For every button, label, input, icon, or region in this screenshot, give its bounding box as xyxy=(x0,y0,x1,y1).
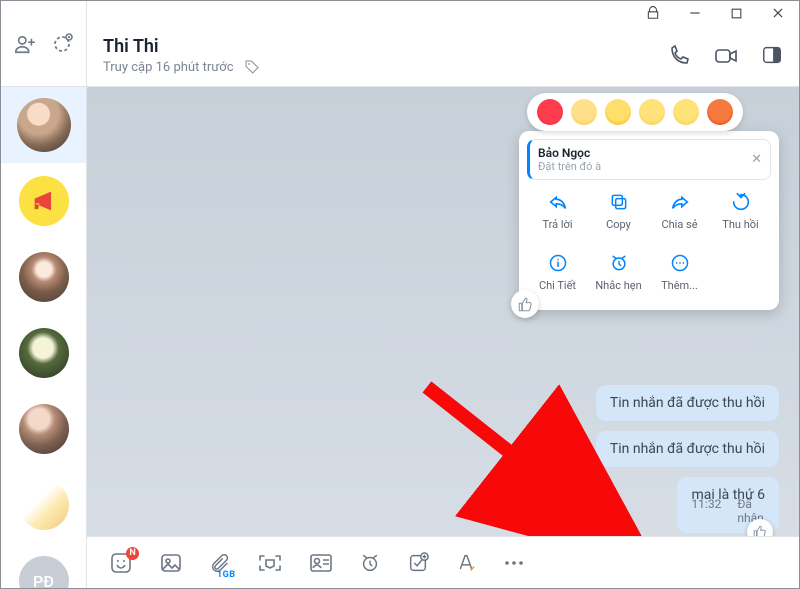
reaction-sad-icon[interactable] xyxy=(673,99,699,125)
more-icon xyxy=(668,251,692,275)
contact-item-3[interactable] xyxy=(1,239,86,315)
info-icon xyxy=(546,251,570,275)
context-popup-wrap: Bảo Ngọc Đặt trên đó à ✕ Trả lời Copy Ch… xyxy=(519,93,779,310)
create-group-icon[interactable] xyxy=(50,32,74,56)
main-column: Thi Thi Truy cập 16 phút trước xyxy=(87,1,799,588)
voice-call-icon[interactable] xyxy=(667,44,691,68)
reaction-like-icon[interactable] xyxy=(571,99,597,125)
close-icon[interactable] xyxy=(771,6,785,20)
header-actions xyxy=(667,44,783,68)
context-menu-grid: Trả lời Copy Chia sẻ Thu hồi Chi Tiết Nh… xyxy=(527,180,771,302)
composer-more-icon[interactable] xyxy=(503,559,525,567)
contact-item-5[interactable] xyxy=(1,391,86,467)
add-contact-icon[interactable] xyxy=(14,33,36,55)
message-time: 11:32 xyxy=(691,497,721,525)
annotation-highlight xyxy=(592,534,630,536)
reaction-laugh-icon[interactable] xyxy=(605,99,631,125)
quote-close-icon[interactable]: ✕ xyxy=(751,152,762,167)
menu-detail[interactable]: Chi Tiết xyxy=(527,241,588,302)
recalled-message[interactable]: Tin nhắn đã được thu hồi xyxy=(596,385,779,421)
attach-icon[interactable]: 1GB xyxy=(209,552,231,574)
message-column: Tin nhắn đã được thu hồi Tin nhắn đã đượ… xyxy=(596,385,779,533)
reaction-bar xyxy=(527,93,743,131)
lock-icon[interactable] xyxy=(646,6,660,20)
menu-share[interactable]: Chia sẻ xyxy=(649,180,710,241)
avatar xyxy=(19,480,69,530)
contact-item-4[interactable] xyxy=(1,315,86,391)
video-call-icon[interactable] xyxy=(713,44,739,68)
composer-bar: N 1GB xyxy=(87,536,799,588)
avatar xyxy=(17,98,71,152)
sticker-badge: N xyxy=(126,547,139,560)
task-icon[interactable] xyxy=(407,552,429,574)
menu-recall[interactable]: Thu hồi xyxy=(710,180,771,241)
left-rail: PĐ xyxy=(1,1,87,588)
contact-item-7[interactable]: PĐ xyxy=(1,543,86,588)
chat-area: Bảo Ngọc Đặt trên đó à ✕ Trả lời Copy Ch… xyxy=(87,87,799,536)
reaction-angry-icon[interactable] xyxy=(707,99,733,125)
sticker-icon[interactable]: N xyxy=(109,551,133,575)
minimize-icon[interactable] xyxy=(688,6,702,20)
format-icon[interactable] xyxy=(455,552,477,574)
maximize-icon[interactable] xyxy=(730,7,743,20)
menu-like-icon[interactable] xyxy=(511,290,539,318)
contact-card-icon[interactable] xyxy=(309,553,333,573)
recall-icon xyxy=(729,190,753,214)
avatar: PĐ xyxy=(19,556,69,588)
alarm-icon xyxy=(607,251,631,275)
quote-author: Bảo Ngọc xyxy=(538,146,601,160)
context-quote: Bảo Ngọc Đặt trên đó à ✕ xyxy=(527,139,771,180)
avatar xyxy=(19,252,69,302)
attach-badge: 1GB xyxy=(217,570,236,580)
avatar xyxy=(19,328,69,378)
avatar xyxy=(19,176,69,226)
quote-text: Đặt trên đó à xyxy=(538,160,601,173)
tag-icon[interactable] xyxy=(244,59,260,75)
image-icon[interactable] xyxy=(159,551,183,575)
reaction-wow-icon[interactable] xyxy=(639,99,665,125)
contact-list: PĐ xyxy=(1,87,86,588)
copy-icon xyxy=(607,190,631,214)
chat-header: Thi Thi Truy cập 16 phút trước xyxy=(87,25,799,87)
chat-subtitle: Truy cập 16 phút trước xyxy=(103,59,651,75)
menu-reply[interactable]: Trả lời xyxy=(527,180,588,241)
contact-item-1[interactable] xyxy=(1,87,86,163)
reply-icon xyxy=(546,190,570,214)
contact-item-2[interactable] xyxy=(1,163,86,239)
contact-item-6[interactable] xyxy=(1,467,86,543)
menu-copy[interactable]: Copy xyxy=(588,180,649,241)
message-context-menu: Bảo Ngọc Đặt trên đó à ✕ Trả lời Copy Ch… xyxy=(519,131,779,310)
last-message[interactable]: mai là thứ 6 11:32 Đã nhận xyxy=(677,477,779,533)
screenshot-icon[interactable] xyxy=(257,552,283,574)
avatar xyxy=(19,404,69,454)
window-controls xyxy=(87,1,799,25)
recalled-message[interactable]: Tin nhắn đã được thu hồi xyxy=(596,431,779,467)
menu-more[interactable]: Thêm... xyxy=(649,241,710,302)
chat-title: Thi Thi xyxy=(103,36,651,57)
rail-top-actions xyxy=(1,1,86,87)
last-seen-text: Truy cập 16 phút trước xyxy=(103,60,234,75)
sidebar-toggle-icon[interactable] xyxy=(761,44,783,68)
menu-remind[interactable]: Nhắc hẹn xyxy=(588,241,649,302)
reaction-heart-icon[interactable] xyxy=(537,99,563,125)
share-icon xyxy=(668,190,692,214)
reminder-icon[interactable] xyxy=(359,552,381,574)
app-window: PĐ Thi Thi Truy cập 16 phút trước xyxy=(0,0,800,589)
